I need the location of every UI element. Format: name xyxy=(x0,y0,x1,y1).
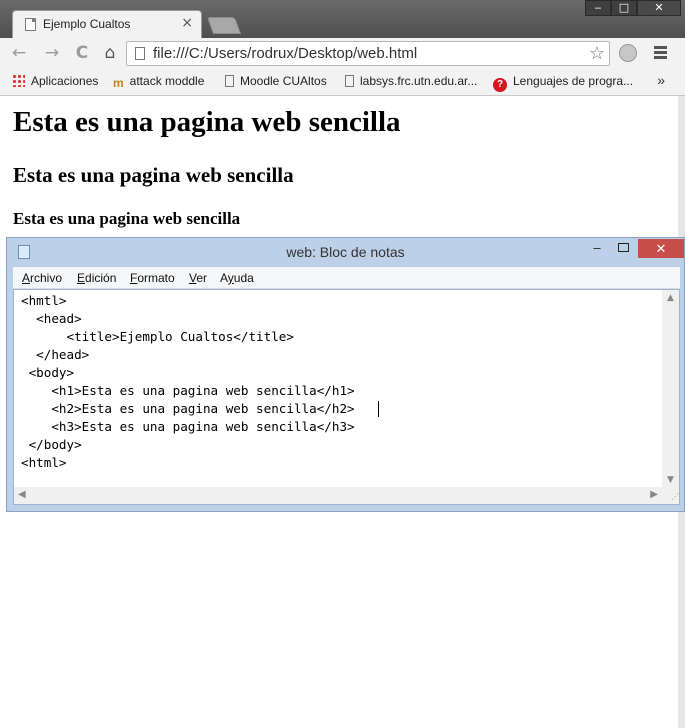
moodle-icon: m xyxy=(113,76,124,90)
home-icon[interactable]: ⌂ xyxy=(100,43,120,63)
page-heading-3: Esta es una pagina web sencilla xyxy=(13,209,241,228)
notepad-text-area[interactable]: <hmtl> <head> <title>Ejemplo Cualtos</ti… xyxy=(13,289,680,505)
close-button[interactable]: ✕ xyxy=(637,0,681,16)
scroll-left-icon[interactable]: ◀ xyxy=(18,489,26,500)
scroll-down-icon[interactable]: ▼ xyxy=(662,475,679,485)
bookmark-aplicaciones[interactable]: Aplicaciones xyxy=(12,74,98,88)
apps-grid-icon xyxy=(12,74,25,87)
document-icon xyxy=(345,75,354,87)
address-bar[interactable]: file:///C:/Users/rodrux/Desktop/web.html… xyxy=(126,41,610,66)
page-heading-1: Esta es una pagina web sencilla xyxy=(13,106,401,138)
bookmark-lenguajes[interactable]: ? Lenguajes de progra... xyxy=(493,74,633,92)
maximize-button[interactable]: □ xyxy=(611,0,637,16)
forward-arrow-icon[interactable]: → xyxy=(42,43,62,63)
page-icon xyxy=(135,47,145,60)
minimize-button[interactable]: ‒ xyxy=(585,0,611,16)
tab-ejemplo-cualtos[interactable]: Ejemplo Cualtos × xyxy=(12,10,202,38)
document-icon xyxy=(25,18,36,31)
extension-icon[interactable] xyxy=(619,44,637,62)
scroll-up-icon[interactable]: ▲ xyxy=(662,293,679,303)
notepad-close-button[interactable]: ✕ xyxy=(638,239,684,258)
vertical-scrollbar[interactable]: ▲ ▼ xyxy=(662,290,679,487)
document-icon xyxy=(225,75,234,87)
page-heading-2: Esta es una pagina web sencilla xyxy=(13,163,294,187)
bookmark-labsys[interactable]: labsys.frc.utn.edu.ar... xyxy=(345,74,477,88)
resize-grip-icon[interactable]: ⋰ xyxy=(662,487,679,504)
scroll-right-icon[interactable]: ▶ xyxy=(650,489,658,500)
bookmarks-bar: Aplicaciones m attack moddle Moodle CUAlt… xyxy=(0,68,685,96)
browser-titlebar: Ejemplo Cualtos × ‒ □ ✕ xyxy=(0,0,685,38)
notepad-title: web: Bloc de notas xyxy=(286,244,405,260)
reload-icon[interactable]: C xyxy=(72,43,92,63)
horizontal-scrollbar[interactable]: ◀ ▶ xyxy=(14,487,662,504)
notepad-content[interactable]: <hmtl> <head> <title>Ejemplo Cualtos</ti… xyxy=(21,292,355,472)
menu-ayuda[interactable]: Ayuda xyxy=(220,271,254,285)
tab-title: Ejemplo Cualtos xyxy=(43,17,131,31)
question-icon: ? xyxy=(493,78,507,92)
menu-formato[interactable]: Formato xyxy=(130,271,175,285)
bookmarks-more-icon[interactable]: » xyxy=(657,72,665,88)
window-controls: ‒ □ ✕ xyxy=(585,0,681,16)
menu-edicion[interactable]: Edición xyxy=(77,271,116,285)
address-url[interactable]: file:///C:/Users/rodrux/Desktop/web.html xyxy=(153,45,417,62)
tab-close-icon[interactable]: × xyxy=(181,15,193,31)
hamburger-menu-icon[interactable] xyxy=(652,44,670,62)
notepad-titlebar: web: Bloc de notas ‒ ✕ xyxy=(7,238,684,266)
text-caret xyxy=(378,401,379,417)
menu-ver[interactable]: Ver xyxy=(189,271,207,285)
menu-archivo[interactable]: Archivo xyxy=(22,271,62,285)
back-arrow-icon[interactable]: ← xyxy=(9,43,29,63)
browser-toolbar: ← → C ⌂ file:///C:/Users/rodrux/Desktop/… xyxy=(0,38,685,68)
bookmark-star-icon[interactable]: ☆ xyxy=(589,43,605,64)
notepad-minimize-button[interactable]: ‒ xyxy=(587,240,607,258)
bookmark-moodle-cualtos[interactable]: Moodle CUAltos xyxy=(225,74,327,88)
notepad-maximize-button[interactable] xyxy=(613,240,633,258)
notepad-menubar: Archivo Edición Formato Ver Ayuda xyxy=(13,267,680,289)
notepad-window: web: Bloc de notas ‒ ✕ Archivo Edición F… xyxy=(6,237,685,512)
bookmark-attack-moddle[interactable]: m attack moddle xyxy=(113,74,204,90)
new-tab-button[interactable] xyxy=(206,17,242,34)
